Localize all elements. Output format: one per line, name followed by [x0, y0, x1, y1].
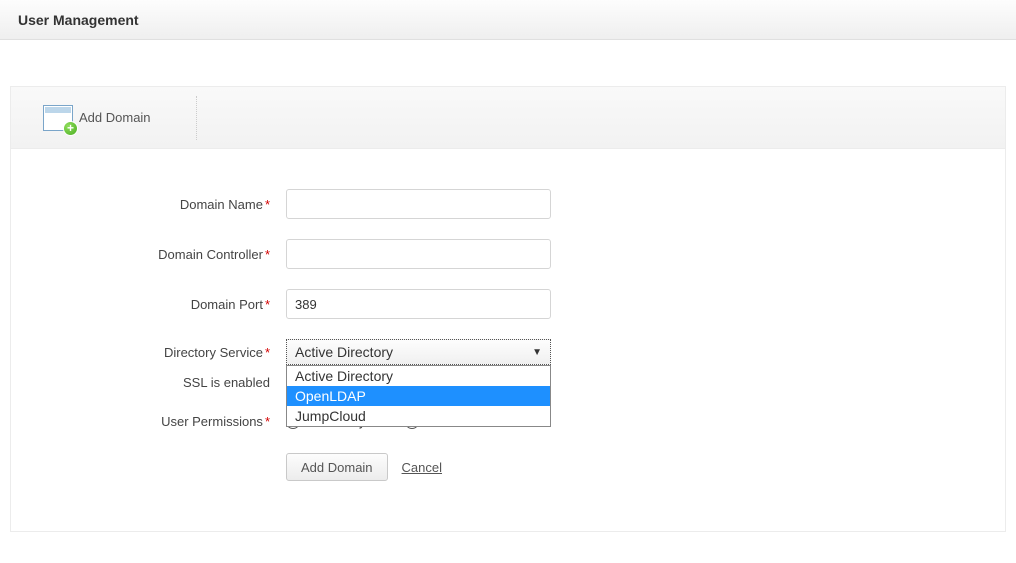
row-domain-controller: Domain Controller*	[11, 239, 1005, 269]
add-domain-toolbar-button[interactable]: + Add Domain	[43, 96, 197, 140]
directory-service-select[interactable]: Active Directory ▼	[286, 339, 551, 365]
domain-name-input[interactable]	[286, 189, 551, 219]
main-panel: + Add Domain Domain Name* Domain Control…	[10, 86, 1006, 532]
page-title: User Management	[18, 12, 139, 28]
add-domain-button[interactable]: Add Domain	[286, 453, 388, 481]
label-ssl: SSL is enabled	[11, 375, 276, 390]
page-header: User Management	[0, 0, 1016, 40]
directory-service-option[interactable]: OpenLDAP	[287, 386, 550, 406]
add-domain-toolbar-label: Add Domain	[79, 110, 151, 125]
directory-service-selected-value: Active Directory	[295, 344, 393, 360]
row-directory-service: Directory Service* Active Directory ▼ Ac…	[11, 339, 1005, 365]
domain-form: Domain Name* Domain Controller* Domain P…	[11, 149, 1005, 531]
row-domain-name: Domain Name*	[11, 189, 1005, 219]
cancel-link[interactable]: Cancel	[402, 460, 442, 475]
row-actions: Add Domain Cancel	[11, 453, 1005, 481]
label-domain-controller: Domain Controller*	[11, 247, 276, 262]
chevron-down-icon: ▼	[532, 347, 542, 358]
label-domain-name: Domain Name*	[11, 197, 276, 212]
directory-service-option[interactable]: Active Directory	[287, 366, 550, 386]
domain-port-input[interactable]	[286, 289, 551, 319]
toolbar: + Add Domain	[11, 87, 1005, 149]
add-domain-icon: +	[43, 105, 73, 131]
label-domain-port: Domain Port*	[11, 297, 276, 312]
domain-controller-input[interactable]	[286, 239, 551, 269]
directory-service-dropdown: Active Directory OpenLDAP JumpCloud	[286, 365, 551, 427]
directory-service-option[interactable]: JumpCloud	[287, 406, 550, 426]
label-user-permissions: User Permissions*	[11, 414, 276, 429]
label-directory-service: Directory Service*	[11, 345, 276, 360]
row-domain-port: Domain Port*	[11, 289, 1005, 319]
